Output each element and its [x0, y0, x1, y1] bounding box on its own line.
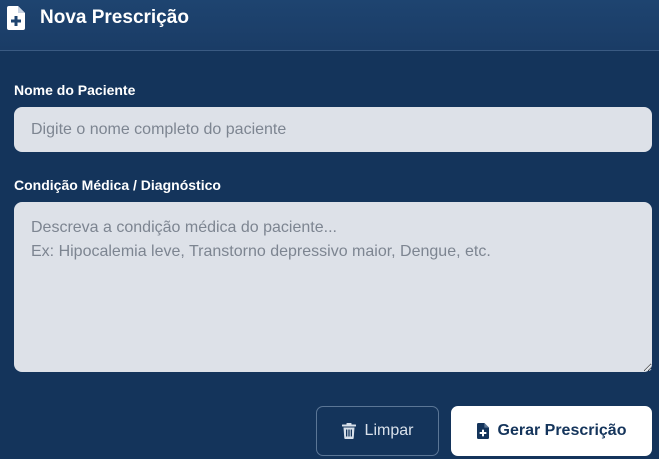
page-title: Nova Prescrição	[40, 7, 189, 28]
card-header: Nova Prescrição	[0, 0, 659, 51]
file-medical-icon	[7, 6, 25, 30]
condition-label: Condição Médica / Diagnóstico	[14, 177, 221, 193]
trash-icon	[341, 423, 356, 439]
clear-button[interactable]: Limpar	[316, 406, 439, 456]
generate-button-label: Gerar Prescrição	[497, 422, 627, 439]
patient-name-label: Nome do Paciente	[14, 82, 136, 98]
clear-button-label: Limpar	[364, 422, 414, 439]
patient-name-input[interactable]	[14, 107, 652, 152]
file-medical-icon	[476, 423, 489, 439]
prescription-card: Nova Prescrição Nome do Paciente Condiçã…	[0, 0, 659, 459]
generate-prescription-button[interactable]: Gerar Prescrição	[451, 406, 652, 456]
condition-textarea[interactable]	[14, 202, 652, 372]
